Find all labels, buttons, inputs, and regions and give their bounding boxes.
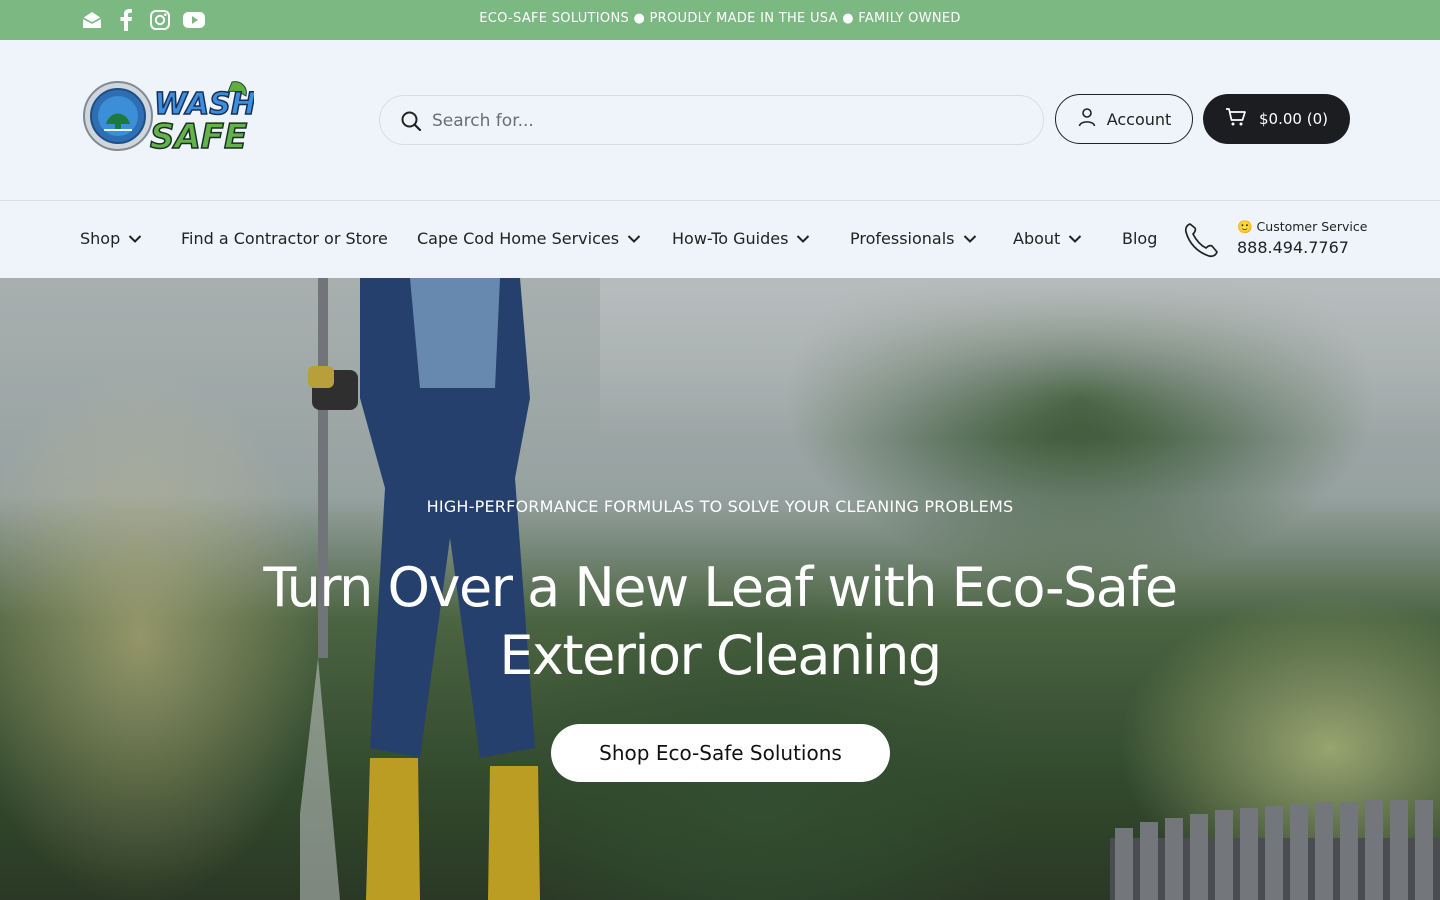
site-header: WASH SAFE Account $0.00 (0): [0, 40, 1440, 200]
cart-icon: [1225, 107, 1247, 131]
chevron-down-icon: [627, 229, 641, 248]
hero-banner: HIGH-PERFORMANCE FORMULAS TO SOLVE YOUR …: [0, 278, 1440, 900]
announcement-text: ECO-SAFE SOLUTIONS ● PROUDLY MADE IN THE…: [479, 11, 961, 26]
search-input[interactable]: [432, 104, 1012, 138]
logo-text-bottom: SAFE: [150, 117, 247, 156]
nav-item-label: Professionals: [850, 229, 955, 248]
nav-item-label: How-To Guides: [672, 229, 789, 248]
nav-item-blog[interactable]: Blog: [1122, 229, 1157, 248]
announcement-bar: ECO-SAFE SOLUTIONS ● PROUDLY MADE IN THE…: [0, 0, 1440, 40]
hero-subheading: HIGH-PERFORMANCE FORMULAS TO SOLVE YOUR …: [426, 497, 1014, 516]
search-icon[interactable]: [400, 110, 422, 136]
nav-item-label: About: [1013, 229, 1061, 248]
nav-item-label: Shop: [80, 229, 121, 248]
nav-item-cape-cod-services[interactable]: Cape Cod Home Services: [417, 229, 641, 248]
main-navigation: Shop Find a Contractor or Store Cape Cod…: [0, 200, 1440, 278]
chevron-down-icon: [796, 229, 810, 248]
chevron-down-icon: [963, 229, 977, 248]
chevron-down-icon: [128, 229, 142, 248]
nav-item-professionals[interactable]: Professionals: [850, 229, 977, 248]
cart-total: $0.00 (0): [1259, 110, 1328, 128]
nav-item-label: Cape Cod Home Services: [417, 229, 620, 248]
nav-item-shop[interactable]: Shop: [80, 229, 142, 248]
account-label: Account: [1106, 109, 1172, 129]
wash-safe-logo[interactable]: WASH SAFE: [82, 76, 257, 158]
customer-service-phone[interactable]: 888.494.7767: [1237, 238, 1349, 257]
cart-button[interactable]: $0.00 (0): [1203, 94, 1350, 144]
nav-item-find-contractor[interactable]: Find a Contractor or Store: [181, 229, 388, 248]
chevron-down-icon: [1068, 229, 1082, 248]
phone-icon[interactable]: [1183, 221, 1219, 263]
hero-title: Turn Over a New Leaf with Eco-Safe Exter…: [263, 556, 1178, 687]
nav-item-label: Find a Contractor or Store: [181, 229, 388, 248]
shop-eco-safe-button[interactable]: Shop Eco-Safe Solutions: [551, 724, 890, 782]
search-bar[interactable]: [379, 95, 1044, 145]
nav-item-about[interactable]: About: [1013, 229, 1082, 248]
nav-item-label: Blog: [1122, 229, 1158, 248]
user-icon: [1077, 107, 1097, 131]
nav-item-how-to-guides[interactable]: How-To Guides: [672, 229, 810, 248]
customer-service-label: 🙂 Customer Service: [1237, 219, 1368, 234]
account-button[interactable]: Account: [1055, 94, 1193, 144]
